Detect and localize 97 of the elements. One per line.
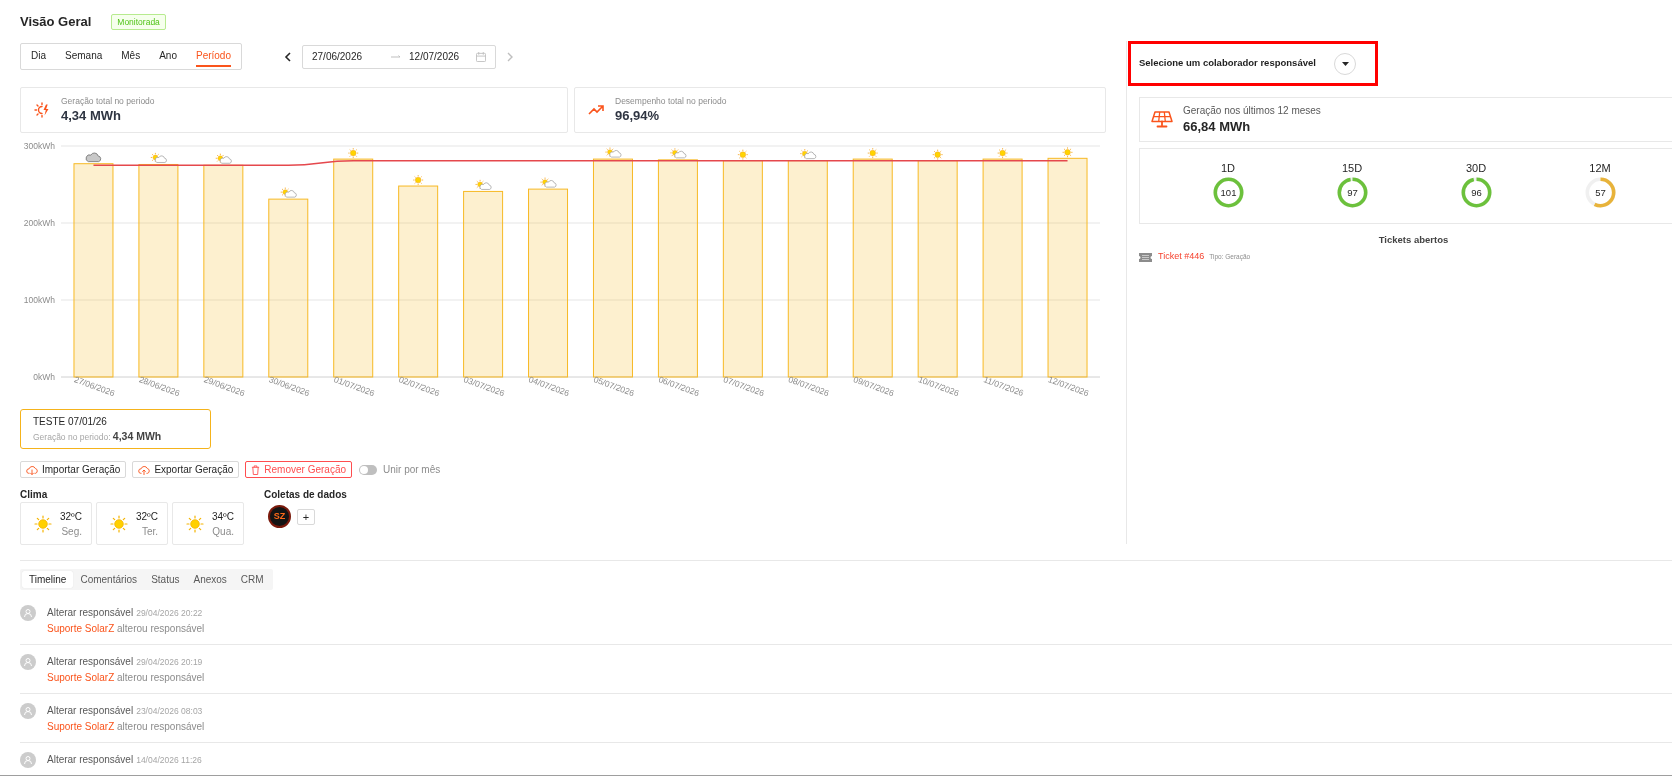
caret-down-icon	[1341, 61, 1349, 66]
partly-cloudy-icon	[280, 187, 297, 198]
score-period: 1D	[1220, 161, 1236, 175]
chevron-left-icon[interactable]	[284, 51, 292, 62]
timeline-title: Alterar responsável	[47, 655, 134, 669]
timeline-tab[interactable]: Timeline	[22, 571, 74, 588]
import-button[interactable]: Importar Geração	[20, 461, 127, 478]
arrow-right-icon	[391, 53, 402, 60]
partly-cloudy-icon	[215, 153, 232, 164]
score-period: 15D	[1341, 161, 1363, 175]
weekday: Seg.	[61, 524, 82, 539]
timeline-message: Suporte SolarZ alterou responsável	[47, 720, 205, 734]
period-tab[interactable]: Mês	[121, 45, 141, 67]
sun-icon	[867, 147, 879, 159]
score-value: 97	[1346, 187, 1358, 198]
stat-label: Geração nos últimos 12 meses	[1183, 104, 1321, 118]
timeline-tab[interactable]: CRM	[233, 571, 271, 588]
timeline-tab[interactable]: Anexos	[186, 571, 234, 588]
partly-cloudy-icon	[475, 179, 492, 190]
partly-cloudy-icon	[669, 147, 687, 159]
date-range-field[interactable]: 27/06/2026 12/07/2026	[302, 44, 496, 69]
stat-label: Desempenho total no periodo	[615, 95, 727, 107]
timeline-time: 23/04/2026 08:03	[136, 705, 203, 718]
start-date[interactable]: 27/06/2026	[312, 49, 363, 64]
timeline-title: Alterar responsável	[47, 753, 134, 767]
weekday: Qua.	[212, 524, 234, 539]
cloud-upload-icon	[138, 464, 151, 475]
period-tab[interactable]: Semana	[65, 45, 103, 67]
toggle-switch[interactable]	[359, 464, 377, 475]
page-title: Visão Geral	[20, 13, 92, 32]
axis-label: 200kWh	[23, 218, 55, 228]
axis-label: 100kWh	[23, 295, 55, 305]
logo-badge: SZ	[268, 505, 291, 528]
partly-cloudy-icon	[150, 152, 167, 163]
partly-cloudy-icon	[604, 147, 622, 158]
stat-value: 4,34 MWh	[61, 107, 122, 125]
axis-label: 0kWh	[33, 372, 55, 382]
score-value: 101	[1220, 187, 1236, 198]
timeline-time: 29/04/2026 20:22	[136, 607, 203, 620]
user-avatar-icon	[20, 703, 36, 719]
score-period: 30D	[1465, 161, 1487, 175]
temperature: 32ºC	[136, 509, 158, 524]
status-badge: Monitorada	[111, 14, 166, 30]
timeline-tab[interactable]: Status	[144, 571, 187, 588]
axis-label: 300kWh	[23, 141, 55, 151]
cloud-icon	[85, 152, 102, 162]
weekday: Ter.	[141, 524, 158, 539]
plant-summary: Geração no periodo: 4,34 MWh	[33, 428, 163, 444]
calendar-icon[interactable]	[476, 51, 486, 62]
period-tab[interactable]: Ano	[159, 45, 177, 67]
export-button[interactable]: Exportar Geração	[132, 461, 240, 478]
stat-label: Geração total no periodo	[61, 95, 155, 107]
partly-cloudy-icon	[799, 148, 817, 159]
sun-icon	[34, 514, 52, 533]
sun-icon	[186, 514, 204, 533]
user-avatar-icon	[20, 605, 36, 621]
user-avatar-icon	[20, 752, 36, 768]
sun-icon	[997, 147, 1008, 159]
toggle-label: Unir por mês	[383, 463, 441, 477]
ticket-link[interactable]: Ticket #446	[1158, 250, 1205, 264]
period-tab[interactable]: Dia	[31, 45, 46, 67]
timeline-title: Alterar responsável	[47, 606, 134, 620]
sun-icon	[412, 174, 424, 186]
temperature: 32ºC	[60, 509, 82, 524]
sun-icon	[1062, 146, 1073, 158]
temperature: 34ºC	[212, 509, 234, 524]
timeline-message: Suporte SolarZ alterou responsável	[47, 622, 205, 636]
plant-name: TESTE 07/01/26	[33, 414, 108, 429]
solar-panel-icon	[1151, 110, 1173, 129]
score-value: 96	[1470, 187, 1482, 198]
section-title: Tickets abertos	[1377, 234, 1450, 246]
user-avatar-icon	[20, 654, 36, 670]
sun-icon	[932, 149, 944, 161]
timeline-message: Suporte SolarZ alterou responsável	[47, 671, 205, 685]
stat-value: 96,94%	[615, 107, 661, 125]
timeline-time: 14/04/2026 11:26	[136, 754, 202, 767]
timeline-time: 29/04/2026 20:19	[136, 656, 203, 669]
sun-bolt-icon	[34, 102, 50, 118]
sun-icon	[110, 514, 128, 533]
responsible-selector[interactable]: Selecione um colaborador responsável	[1128, 41, 1378, 86]
score-value: 57	[1594, 187, 1606, 198]
timeline-tab[interactable]: Comentários	[73, 571, 145, 588]
score-period: 12M	[1589, 161, 1611, 175]
section-title: Clima	[20, 488, 49, 502]
cloud-download-icon	[26, 464, 38, 475]
timeline-title: Alterar responsável	[47, 704, 134, 718]
add-button[interactable]: +	[297, 508, 315, 525]
sun-icon	[737, 149, 749, 161]
end-date[interactable]: 12/07/2026	[409, 49, 460, 64]
stat-value: 66,84 MWh	[1183, 118, 1252, 136]
partly-cloudy-icon	[540, 177, 557, 188]
sun-icon	[347, 147, 359, 159]
chevron-right-icon[interactable]	[506, 51, 514, 62]
section-title: Coletas de dados	[264, 488, 347, 502]
selector-label: Selecione um colaborador responsável	[1139, 56, 1316, 71]
trash-icon	[251, 464, 261, 475]
ticket-icon	[1139, 252, 1152, 262]
